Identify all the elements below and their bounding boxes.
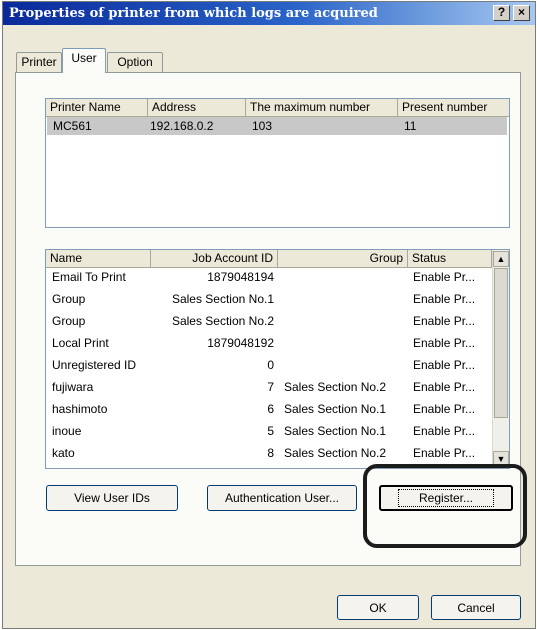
group-cell: Sales Section No.2 <box>284 446 387 460</box>
job-account-id-cell: Sales Section No.1 <box>171 292 274 306</box>
col-header-address[interactable]: Address <box>148 99 246 117</box>
register-label: Register... <box>397 489 495 507</box>
col-header-status[interactable]: Status <box>408 250 492 268</box>
user-name-cell: fujiwara <box>52 380 94 394</box>
status-cell: Enable Pr... <box>413 270 476 284</box>
user-list-scrollbar[interactable]: ▲ ▼ <box>492 250 509 468</box>
job-account-id-cell: 1879048194 <box>207 270 274 284</box>
job-account-id-cell: Sales Section No.2 <box>171 314 274 328</box>
user-name-cell: Group <box>52 292 86 306</box>
status-cell: Enable Pr... <box>413 380 476 394</box>
job-account-id-cell: 8 <box>267 446 274 460</box>
group-cell <box>284 335 406 352</box>
cancel-label: Cancel <box>457 601 495 615</box>
job-account-id-cell: 5 <box>267 424 274 438</box>
job-account-id-cell: 1879048192 <box>207 336 274 350</box>
status-cell: Enable Pr... <box>413 292 476 306</box>
view-user-ids-button[interactable]: View User IDs <box>46 485 178 511</box>
authentication-user-label: Authentication User... <box>224 491 340 505</box>
status-cell: Enable Pr... <box>413 358 476 372</box>
help-button[interactable]: ? <box>493 5 510 21</box>
job-account-id-cell: 0 <box>267 358 274 372</box>
user-tab-panel: Printer Name Address The maximum number … <box>15 72 521 566</box>
scroll-down-arrow-icon[interactable]: ▼ <box>493 451 509 467</box>
group-cell <box>284 357 406 374</box>
status-cell: Enable Pr... <box>413 446 476 460</box>
job-account-id-cell: 7 <box>267 380 274 394</box>
properties-dialog: Properties of printer from which logs ar… <box>2 1 536 629</box>
user-name-cell: Group <box>52 314 86 328</box>
maximum-number-cell: 103 <box>252 119 273 133</box>
tab-printer[interactable]: Printer <box>16 52 62 73</box>
printer-list[interactable]: Printer Name Address The maximum number … <box>45 98 510 228</box>
user-name-cell: inoue <box>52 424 82 438</box>
scroll-up-arrow-icon[interactable]: ▲ <box>493 251 509 267</box>
user-name-cell: hashimoto <box>52 402 108 416</box>
title-bar[interactable]: Properties of printer from which logs ar… <box>3 2 535 25</box>
present-number-cell: 11 <box>404 119 417 133</box>
user-name-cell: kato <box>52 446 75 460</box>
authentication-user-button[interactable]: Authentication User... <box>207 485 357 511</box>
col-header-job-account-id[interactable]: Job Account ID <box>151 250 278 268</box>
cancel-button[interactable]: Cancel <box>431 595 521 620</box>
tab-user[interactable]: User <box>62 48 106 73</box>
user-list[interactable]: Name Job Account ID Group Status Email T… <box>45 249 510 469</box>
group-cell <box>284 269 406 286</box>
status-cell: Enable Pr... <box>413 402 476 416</box>
view-user-ids-label: View User IDs <box>74 491 150 505</box>
col-header-present-number[interactable]: Present number <box>398 99 509 117</box>
window-title: Properties of printer from which logs ar… <box>9 6 378 21</box>
col-header-printer-name[interactable]: Printer Name <box>46 99 148 117</box>
close-button[interactable]: × <box>513 5 530 21</box>
group-cell <box>284 291 406 308</box>
status-cell: Enable Pr... <box>413 424 476 438</box>
close-icon: × <box>517 5 525 19</box>
col-header-name[interactable]: Name <box>46 250 151 268</box>
printer-name-cell: MC561 <box>53 119 92 133</box>
address-cell: 192.168.0.2 <box>150 119 214 133</box>
user-name-cell: Unregistered ID <box>52 358 137 372</box>
tab-option[interactable]: Option <box>107 52 163 73</box>
col-header-group[interactable]: Group <box>278 250 408 268</box>
group-cell: Sales Section No.1 <box>284 424 387 438</box>
help-icon: ? <box>497 5 506 19</box>
scroll-thumb[interactable] <box>494 268 508 418</box>
register-button[interactable]: Register... <box>379 485 513 511</box>
group-cell <box>284 313 406 330</box>
group-cell: Sales Section No.1 <box>284 402 387 416</box>
table-row[interactable] <box>47 117 507 135</box>
col-header-maximum-number[interactable]: The maximum number <box>246 99 398 117</box>
group-cell: Sales Section No.2 <box>284 380 387 394</box>
job-account-id-cell: 6 <box>267 402 274 416</box>
status-cell: Enable Pr... <box>413 314 476 328</box>
status-cell: Enable Pr... <box>413 336 476 350</box>
ok-button[interactable]: OK <box>337 595 419 620</box>
user-name-cell: Local Print <box>52 336 109 350</box>
ok-label: OK <box>369 601 387 615</box>
user-name-cell: Email To Print <box>52 270 126 284</box>
